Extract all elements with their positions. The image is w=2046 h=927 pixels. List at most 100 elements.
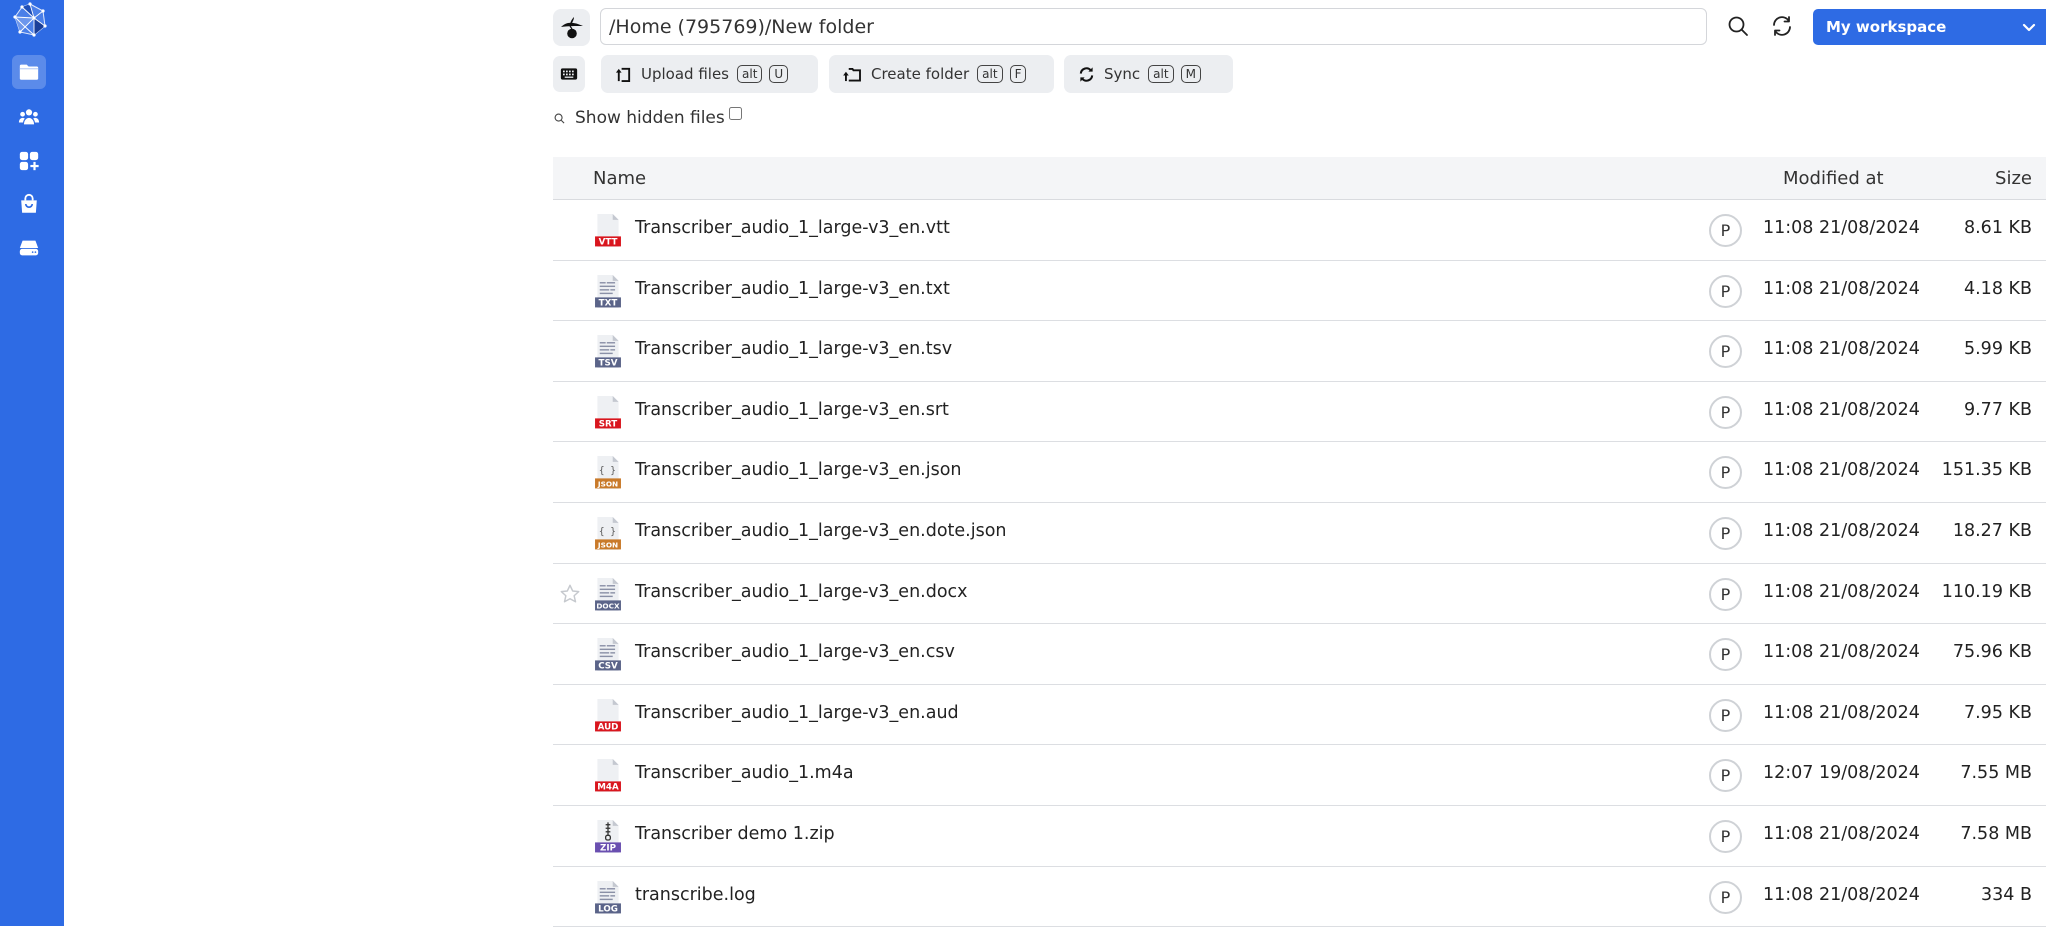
keyboard-shortcuts-button[interactable] bbox=[553, 56, 585, 92]
file-name[interactable]: transcribe.log bbox=[635, 885, 756, 905]
file-name[interactable]: Transcriber_audio_1_large-v3_en.vtt bbox=[635, 218, 950, 238]
svg-text:{ }: { } bbox=[599, 466, 616, 477]
owner-avatar: P bbox=[1709, 577, 1742, 611]
shortcut-key: M bbox=[1180, 65, 1201, 83]
show-hidden-files-checkbox[interactable] bbox=[728, 106, 742, 120]
folder-icon bbox=[19, 64, 39, 80]
apps-add-icon bbox=[19, 151, 39, 171]
sync-icon bbox=[1079, 66, 1094, 82]
table-row[interactable]: TSV Transcriber_audio_1_large-v3_en.tsv P 1… bbox=[553, 321, 2046, 382]
file-type-label: AUD bbox=[598, 722, 619, 732]
table-row[interactable]: TXT Transcriber_audio_1_large-v3_en.txt P 1… bbox=[553, 261, 2046, 322]
shortcut-key: F bbox=[1009, 65, 1027, 83]
modified-at: 11:08 21/08/2024 bbox=[1763, 884, 1920, 905]
file-size: 4.18 KB bbox=[1963, 278, 2032, 299]
owner-avatar: P bbox=[1709, 516, 1742, 550]
shopping-bag-icon bbox=[21, 193, 37, 213]
file-name[interactable]: Transcriber_audio_1_large-v3_en.docx bbox=[635, 582, 968, 602]
file-type-label: CSV bbox=[598, 662, 618, 672]
search-button[interactable] bbox=[1722, 10, 1754, 42]
create-folder-button[interactable]: Create folder alt F bbox=[829, 55, 1054, 93]
column-header-modified[interactable]: Modified at bbox=[1783, 168, 1884, 189]
show-hidden-files: Show hidden files bbox=[554, 106, 742, 128]
file-size: 7.58 MB bbox=[1960, 823, 2032, 844]
sync-label: Sync bbox=[1104, 65, 1141, 83]
table-row[interactable]: ZIP Transcriber demo 1.zip P 11:08 21/08/20… bbox=[553, 806, 2046, 867]
create-folder-icon bbox=[843, 67, 861, 82]
file-name[interactable]: Transcriber_audio_1_large-v3_en.dote.jso… bbox=[635, 521, 1007, 541]
file-type-label: VTT bbox=[599, 237, 618, 247]
keyboard-icon bbox=[560, 68, 578, 80]
owner-avatar: P bbox=[1709, 335, 1742, 369]
column-header-name[interactable]: Name bbox=[593, 168, 646, 189]
file-type-label: M4A bbox=[597, 783, 619, 793]
modified-at: 11:08 21/08/2024 bbox=[1763, 520, 1920, 541]
table-row[interactable]: SRT Transcriber_audio_1_large-v3_en.srt P 1… bbox=[553, 382, 2046, 443]
sidebar-item-storage[interactable] bbox=[12, 231, 46, 265]
users-icon bbox=[18, 109, 40, 125]
file-type-icon: TXT bbox=[595, 274, 621, 308]
sidebar-item-apps[interactable] bbox=[12, 144, 46, 178]
file-name[interactable]: Transcriber_audio_1.m4a bbox=[635, 763, 854, 783]
owner-avatar: P bbox=[1709, 698, 1742, 732]
file-type-icon: VTT bbox=[595, 214, 621, 247]
modified-at: 11:08 21/08/2024 bbox=[1763, 218, 1920, 238]
table-row[interactable]: { } JSON Transcriber_audio_1_large-v3_en.d… bbox=[553, 503, 2046, 564]
upload-files-button[interactable]: Upload files alt U bbox=[601, 55, 818, 93]
refresh-icon bbox=[1773, 16, 1791, 36]
modified-at: 11:08 21/08/2024 bbox=[1763, 823, 1920, 844]
file-name[interactable]: Transcriber_audio_1_large-v3_en.csv bbox=[635, 642, 955, 662]
sidebar-item-files[interactable] bbox=[12, 55, 46, 89]
table-row[interactable]: VTT Transcriber_audio_1_large-v3_en.vtt P 1… bbox=[553, 200, 2046, 261]
file-size: 5.99 KB bbox=[1963, 339, 2032, 360]
owner-avatar: P bbox=[1709, 638, 1742, 672]
file-name[interactable]: Transcriber_audio_1_large-v3_en.txt bbox=[635, 279, 950, 299]
file-name[interactable]: Transcriber_audio_1_large-v3_en.json bbox=[635, 460, 962, 480]
file-type-icon: SRT bbox=[595, 395, 621, 429]
table-row[interactable]: AUD Transcriber_audio_1_large-v3_en.aud P 1… bbox=[553, 685, 2046, 746]
owner-avatar: P bbox=[1709, 456, 1742, 490]
search-icon bbox=[1728, 16, 1748, 36]
sync-button[interactable]: Sync alt M bbox=[1064, 55, 1233, 93]
table-row[interactable]: { } JSON Transcriber_audio_1_large-v3_en.j… bbox=[553, 442, 2046, 503]
table-row[interactable]: M4A Transcriber_audio_1.m4a P 12:07 19/08/2… bbox=[553, 745, 2046, 806]
app-logo-icon[interactable] bbox=[553, 9, 590, 46]
table-row[interactable]: CSV Transcriber_audio_1_large-v3_en.csv P 1… bbox=[553, 624, 2046, 685]
table-row[interactable]: DOCX Transcriber_audio_1_large-v3_en.docx… bbox=[553, 564, 2046, 625]
file-name[interactable]: Transcriber_audio_1_large-v3_en.srt bbox=[635, 400, 949, 420]
sidebar bbox=[0, 0, 64, 926]
shortcut-key: alt bbox=[1148, 65, 1174, 83]
sidebar-item-store[interactable] bbox=[12, 187, 46, 221]
owner-avatar: P bbox=[1709, 395, 1742, 429]
table-row[interactable]: LOG transcribe.log P 11:08 21/08/2024 334 B bbox=[553, 867, 2046, 927]
shortcut-key: U bbox=[769, 65, 789, 83]
file-type-label: LOG bbox=[598, 904, 618, 914]
file-name[interactable]: Transcriber demo 1.zip bbox=[635, 824, 835, 844]
file-type-icon: DOCX bbox=[595, 577, 621, 611]
file-name[interactable]: Transcriber_audio_1_large-v3_en.tsv bbox=[635, 339, 952, 359]
file-type-icon: TSV bbox=[595, 335, 621, 369]
workspace-select[interactable]: My workspace bbox=[1813, 9, 2046, 45]
modified-at: 12:07 19/08/2024 bbox=[1763, 763, 1920, 784]
column-header-size[interactable]: Size bbox=[1995, 168, 2032, 189]
file-size: 18.27 KB bbox=[1952, 520, 2032, 541]
refresh-button[interactable] bbox=[1766, 10, 1798, 42]
file-name[interactable]: Transcriber_audio_1_large-v3_en.aud bbox=[635, 703, 959, 723]
shortcut-key: alt bbox=[737, 65, 763, 83]
file-type-icon: CSV bbox=[595, 638, 621, 672]
modified-at: 11:08 21/08/2024 bbox=[1763, 460, 1920, 481]
show-hidden-files-label: Show hidden files bbox=[575, 108, 725, 128]
owner-avatar: P bbox=[1709, 759, 1742, 793]
owner-avatar: P bbox=[1709, 819, 1742, 853]
upload-icon bbox=[615, 67, 631, 82]
sidebar-item-users[interactable] bbox=[12, 100, 46, 134]
polyhedron-logo-icon[interactable] bbox=[12, 2, 48, 38]
file-type-label: JSON bbox=[597, 480, 618, 489]
file-size: 151.35 KB bbox=[1941, 460, 2032, 481]
file-size: 334 B bbox=[1981, 884, 2032, 905]
file-type-label: TXT bbox=[599, 298, 618, 308]
file-type-label: TSV bbox=[599, 359, 618, 369]
path-input[interactable] bbox=[600, 8, 1707, 45]
drive-icon bbox=[19, 240, 39, 256]
star-icon[interactable] bbox=[559, 583, 581, 605]
